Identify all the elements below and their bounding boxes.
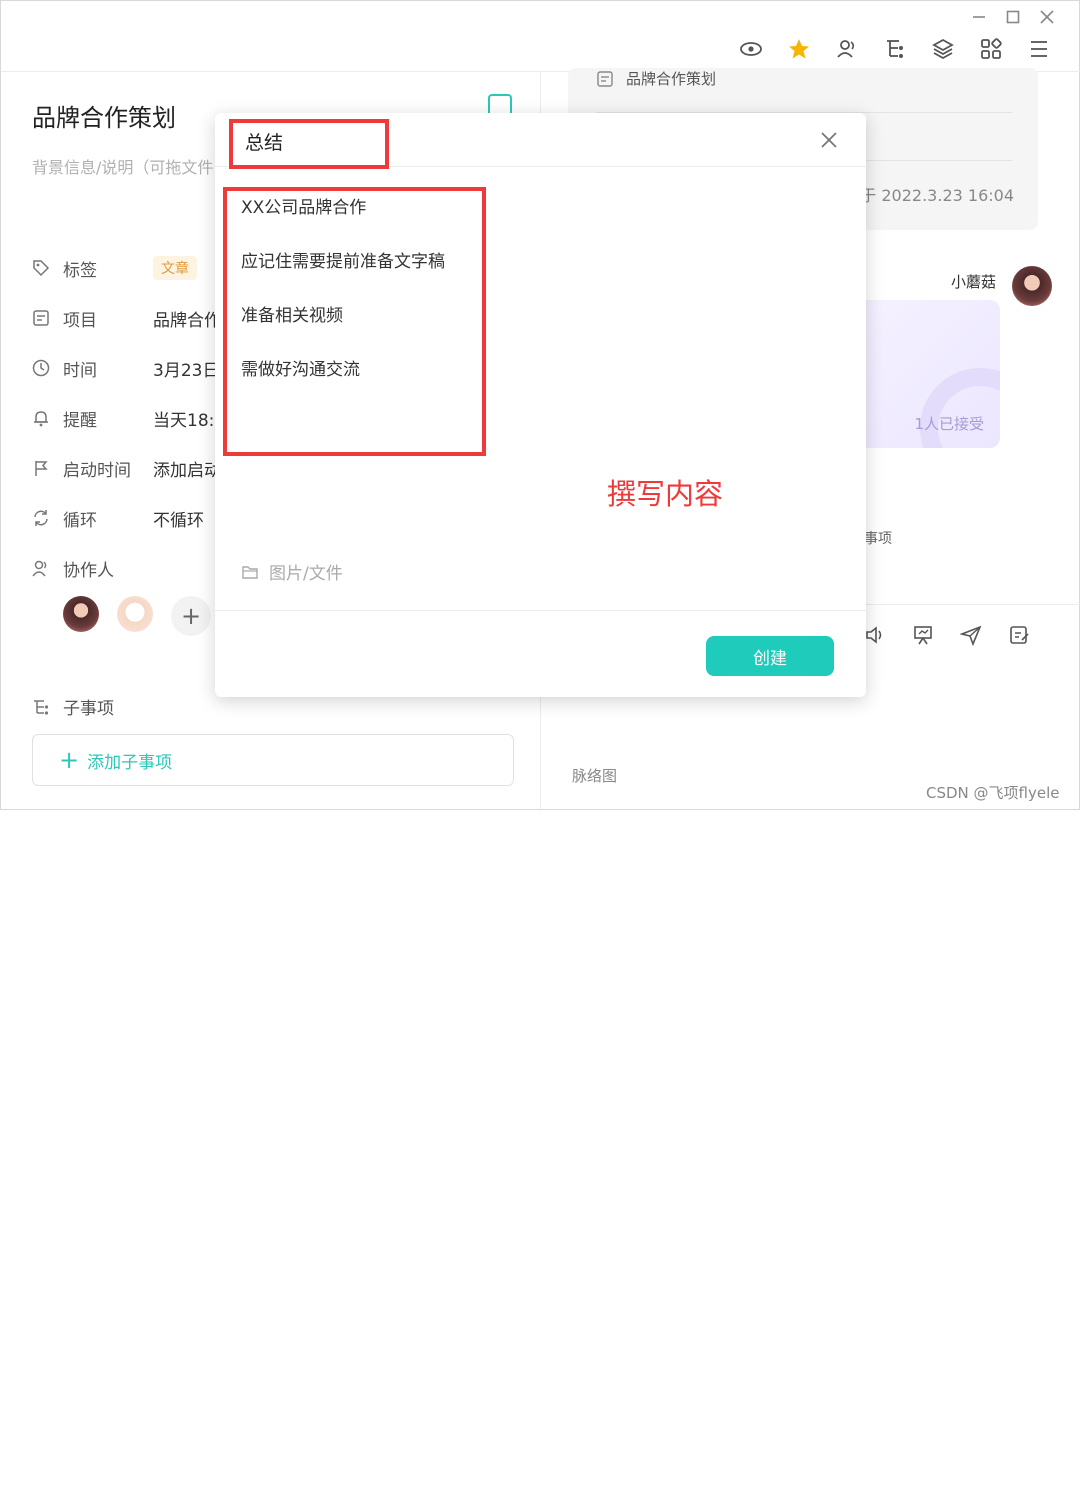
members-icon[interactable] xyxy=(835,37,859,61)
field-label: 项目 xyxy=(63,310,97,331)
field-row-start-time[interactable]: 启动时间 添加启动 xyxy=(31,453,221,483)
menu-icon[interactable] xyxy=(1027,37,1051,61)
flag-icon xyxy=(31,458,51,478)
highlight-box-title xyxy=(229,119,389,169)
project-icon xyxy=(31,308,51,328)
repeat-icon xyxy=(31,508,51,528)
project-name: 品牌合作策划 xyxy=(626,70,717,88)
attach-files-button[interactable]: 图片/文件 xyxy=(241,559,343,584)
minimize-icon[interactable] xyxy=(971,9,987,25)
attach-label: 图片/文件 xyxy=(269,564,343,584)
watermark: CSDN @飞项flyele xyxy=(926,784,1060,802)
field-label: 协作人 xyxy=(63,560,114,581)
voice-icon[interactable] xyxy=(864,624,886,646)
tag-badge[interactable]: 文章 xyxy=(153,256,197,280)
project-row: 品牌合作策划 xyxy=(596,68,716,89)
highlight-box-content xyxy=(223,187,486,456)
field-row-repeat[interactable]: 循环 不循环 xyxy=(31,503,204,533)
field-row-project[interactable]: 项目 品牌合作 xyxy=(31,303,221,333)
task-description[interactable]: 背景信息/说明（可拖文件 xyxy=(32,154,213,178)
note-icon[interactable] xyxy=(1008,624,1030,646)
layers-icon[interactable] xyxy=(931,37,955,61)
star-icon[interactable] xyxy=(787,37,811,61)
apps-icon[interactable] xyxy=(979,37,1003,61)
divider xyxy=(215,610,866,611)
close-icon[interactable] xyxy=(820,131,838,149)
people-icon xyxy=(31,558,51,578)
avatar[interactable] xyxy=(117,596,153,632)
folder-icon xyxy=(241,563,259,581)
maximize-icon[interactable] xyxy=(1005,9,1021,25)
avatar[interactable] xyxy=(63,596,99,632)
add-subtask-button[interactable]: + 添加子事项 xyxy=(32,734,514,786)
task-title[interactable]: 品牌合作策划 xyxy=(32,98,176,133)
created-time: 建于 2022.3.23 16:04 xyxy=(844,186,1014,205)
window-controls xyxy=(971,9,1055,25)
create-button[interactable]: 创建 xyxy=(706,636,834,676)
field-value[interactable]: 3月23日 xyxy=(153,356,219,381)
send-icon[interactable] xyxy=(959,624,982,647)
field-label: 启动时间 xyxy=(63,460,131,481)
close-window-icon[interactable] xyxy=(1039,9,1055,25)
avatar[interactable] xyxy=(1012,266,1052,306)
decor-ring xyxy=(920,368,1000,448)
accepted-status: 1人已接受 xyxy=(914,415,984,433)
activity-text: 事项 xyxy=(864,531,892,547)
input-toolbar xyxy=(864,624,1030,647)
field-value[interactable]: 品牌合作 xyxy=(153,306,221,331)
user-name: 小蘑菇 xyxy=(951,273,997,291)
app-window: 品牌合作策划 背景信息/说明（可拖文件 标签 文章 项目 品牌合作 时间 3月2… xyxy=(0,0,1080,811)
collaborator-list: + xyxy=(63,596,211,636)
field-label: 提醒 xyxy=(63,410,97,431)
field-row-collaborators: 协作人 xyxy=(31,553,153,583)
subtasks-label: 子事项 xyxy=(63,699,114,719)
subtasks-header: 子事项 脉络图 xyxy=(31,694,617,785)
field-row-reminder[interactable]: 提醒 当天18:0 xyxy=(31,403,225,433)
add-subtask-label: 添加子事项 xyxy=(87,752,173,773)
field-row-tag[interactable]: 标签 文章 xyxy=(31,253,197,283)
field-label: 循环 xyxy=(63,510,97,531)
field-label: 标签 xyxy=(63,260,97,281)
presentation-icon[interactable] xyxy=(912,624,934,646)
field-value[interactable]: 不循环 xyxy=(153,506,204,531)
add-collaborator-button[interactable]: + xyxy=(171,596,211,636)
tag-icon xyxy=(31,258,51,278)
add-start-time-link[interactable]: 添加启动 xyxy=(153,456,221,481)
bell-icon xyxy=(31,408,51,428)
top-toolbar xyxy=(739,37,1051,61)
eye-icon[interactable] xyxy=(739,37,763,61)
tree-icon xyxy=(31,697,51,717)
mindmap-link[interactable]: 脉络图 xyxy=(572,765,1080,1504)
plus-icon: + xyxy=(59,746,80,774)
field-label: 时间 xyxy=(63,360,97,381)
field-row-time[interactable]: 时间 3月23日 xyxy=(31,353,219,383)
clock-icon xyxy=(31,358,51,378)
project-icon xyxy=(596,70,614,88)
annotation-label: 撰写内容 xyxy=(607,477,724,511)
tree-icon[interactable] xyxy=(883,37,907,61)
